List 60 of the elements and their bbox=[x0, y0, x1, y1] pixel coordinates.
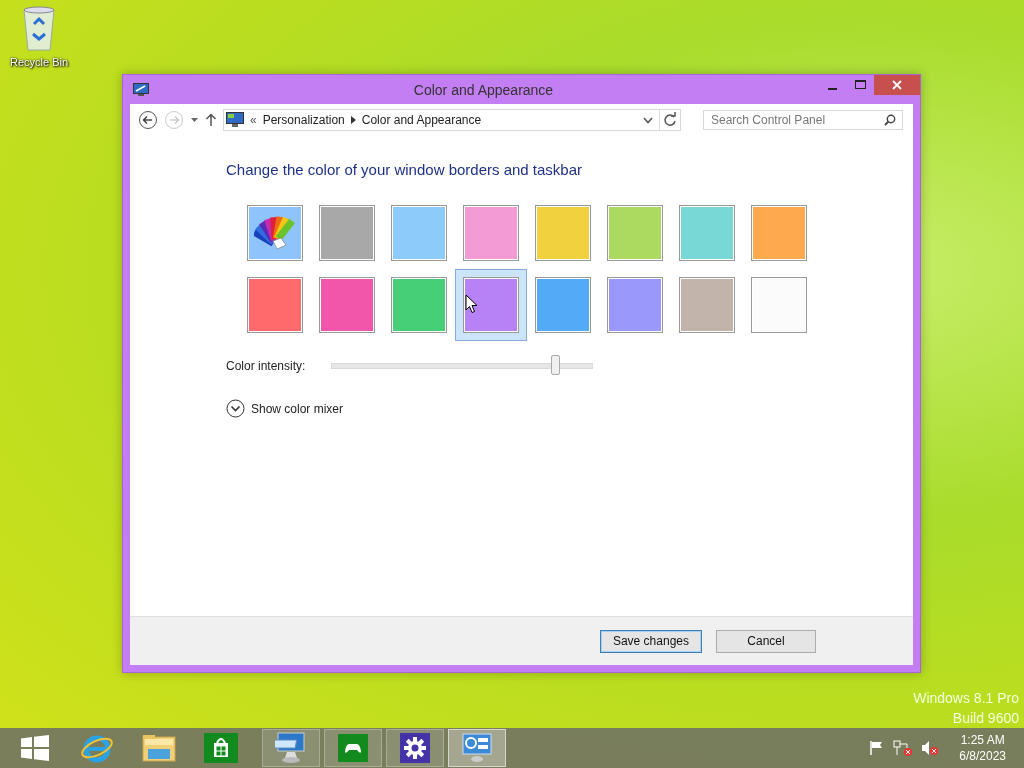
show-color-mixer-toggle[interactable]: Show color mixer bbox=[226, 399, 344, 418]
address-bar[interactable]: « Personalization Color and Appearance bbox=[223, 109, 681, 131]
close-icon bbox=[892, 80, 902, 90]
taskbar-button[interactable] bbox=[324, 729, 382, 767]
window-title: Color and Appearance bbox=[412, 81, 555, 98]
control-panel-icon bbox=[461, 733, 493, 763]
color-swatch[interactable] bbox=[391, 277, 447, 333]
color-swatch[interactable] bbox=[607, 277, 663, 333]
shopping-bag-icon bbox=[204, 733, 238, 763]
taskbar-button[interactable] bbox=[386, 729, 444, 767]
slider-thumb[interactable] bbox=[550, 355, 560, 375]
mouse-cursor-icon bbox=[464, 294, 478, 314]
back-button[interactable] bbox=[138, 110, 158, 130]
search-field[interactable]: Search Control Panel bbox=[703, 110, 903, 130]
breadcrumb-link[interactable]: Personalization bbox=[262, 113, 345, 127]
search-icon[interactable] bbox=[884, 114, 896, 126]
color-swatch[interactable] bbox=[391, 205, 447, 261]
color-swatch[interactable] bbox=[535, 205, 591, 261]
color-swatch[interactable] bbox=[319, 205, 375, 261]
color-swatch[interactable] bbox=[319, 277, 375, 333]
clock-date[interactable]: 6/8/2023 bbox=[959, 749, 1006, 763]
intensity-label: Color intensity: bbox=[226, 359, 306, 373]
close-button[interactable] bbox=[874, 75, 920, 95]
color-swatch[interactable] bbox=[247, 277, 303, 333]
network-error-icon[interactable] bbox=[893, 739, 914, 757]
recycle-bin-icon[interactable] bbox=[22, 6, 56, 52]
color-swatch[interactable] bbox=[679, 277, 735, 333]
color-swatch[interactable] bbox=[607, 205, 663, 261]
monitor-icon bbox=[133, 82, 149, 97]
chevron-down-icon[interactable] bbox=[643, 116, 653, 124]
gamepad-icon bbox=[338, 734, 368, 762]
color-swatch[interactable] bbox=[679, 205, 735, 261]
color-palette-icon bbox=[254, 215, 296, 251]
settings-icon bbox=[400, 733, 430, 763]
volume-muted-icon[interactable] bbox=[921, 739, 940, 757]
up-button[interactable] bbox=[205, 113, 217, 127]
folder-icon bbox=[142, 733, 176, 763]
cancel-button[interactable]: Cancel bbox=[716, 629, 816, 653]
browser-e-icon bbox=[80, 733, 114, 763]
clock-time[interactable]: 1:25 AM bbox=[960, 733, 1005, 747]
monitor-keyboard-icon bbox=[275, 732, 307, 764]
page-heading: Change the color of your window borders and taskbar bbox=[226, 161, 584, 178]
monitor-icon bbox=[226, 112, 244, 128]
edition-text: Windows 8.1 Pro bbox=[913, 690, 1019, 706]
minimize-icon bbox=[827, 87, 837, 90]
save-button[interactable]: Save changes bbox=[599, 629, 702, 653]
recent-dropdown-button[interactable] bbox=[190, 117, 199, 123]
color-swatch[interactable] bbox=[751, 277, 807, 333]
automatic-color-swatch[interactable] bbox=[247, 205, 303, 261]
color-swatch[interactable] bbox=[463, 205, 519, 261]
maximize-icon bbox=[854, 80, 866, 90]
breadcrumb-link[interactable]: Color and Appearance bbox=[361, 113, 482, 127]
chevron-circle-icon bbox=[226, 399, 245, 418]
windows-logo-icon bbox=[21, 735, 49, 761]
clock[interactable]: 1:25 AM 6/8/2023 bbox=[959, 733, 1006, 763]
color-swatch[interactable] bbox=[535, 277, 591, 333]
build-text: Build 9600 bbox=[952, 710, 1019, 726]
breadcrumb-arrow-icon[interactable] bbox=[350, 116, 356, 124]
color-swatch[interactable] bbox=[751, 205, 807, 261]
overflow-chevron[interactable]: « bbox=[250, 113, 257, 127]
